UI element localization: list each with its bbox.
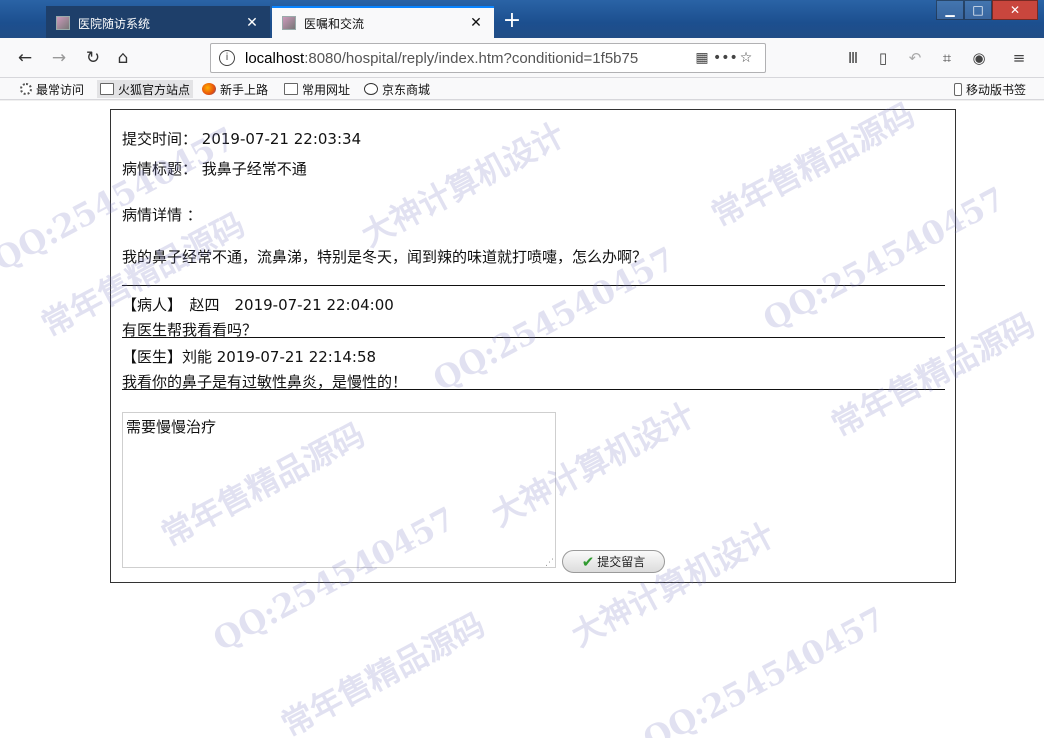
tab-favicon-icon (56, 16, 70, 30)
bookmark-jd-mall[interactable]: 京东商城 (364, 80, 430, 98)
message-header: 【医生】刘能 2019-07-21 22:14:58 (122, 348, 377, 366)
menu-hamburger-icon[interactable]: ≡ (1006, 46, 1032, 70)
bookmark-most-visited[interactable]: 最常访问 (20, 80, 84, 98)
tab-hospital-followup[interactable]: 医院随访系统 ✕ (46, 6, 270, 38)
forward-arrow-icon[interactable]: → (46, 46, 72, 70)
bookmark-label: 京东商城 (382, 82, 431, 97)
minimize-button[interactable]: ▁ (936, 0, 964, 20)
bookmark-star-icon[interactable]: ☆ (735, 50, 757, 66)
tab-close-icon[interactable]: ✕ (468, 15, 484, 31)
undo-arrow-icon[interactable]: ↶ (902, 46, 928, 70)
condition-detail-text: 我的鼻子经常不通，流鼻涕，特别是冬天，闻到辣的味道就打喷嚏，怎么办啊？ (122, 248, 648, 266)
submit-message-button[interactable]: ✔ 提交留言 (562, 550, 665, 573)
new-tab-button[interactable]: + (498, 8, 526, 36)
folder-icon (100, 83, 114, 95)
bookmark-label: 移动版书签 (966, 82, 1027, 97)
url-host: localhost (245, 49, 305, 67)
sidebar-icon[interactable]: ▯ (870, 46, 896, 70)
info-icon[interactable]: i (219, 50, 235, 66)
divider (122, 389, 945, 390)
back-arrow-icon[interactable]: ← (12, 46, 38, 70)
more-actions-icon[interactable]: ••• (713, 50, 738, 66)
qr-code-icon[interactable]: ▦ (691, 50, 713, 66)
library-icon[interactable]: Ⅲ (840, 46, 866, 70)
home-icon[interactable]: ⌂ (110, 46, 136, 70)
bookmark-firefox-official[interactable]: 火狐官方站点 (97, 80, 194, 98)
maximize-button[interactable]: □ (964, 0, 992, 20)
account-icon[interactable]: ◉ (966, 46, 992, 70)
message-header: 【病人】 赵四 2019-07-21 22:04:00 (122, 296, 394, 314)
tab-title: 医嘱和交流 (304, 16, 365, 31)
window-close-button[interactable]: ✕ (992, 0, 1038, 20)
crop-screenshot-icon[interactable]: ⌗ (934, 46, 960, 70)
condition-title-value: 我鼻子经常不通 (201, 160, 307, 178)
firefox-icon (202, 83, 216, 95)
tab-medical-advice[interactable]: 医嘱和交流 ✕ (272, 6, 494, 38)
condition-title-label: 病情标题： (122, 160, 198, 178)
bookmark-label: 火狐官方站点 (118, 82, 191, 97)
globe-icon (364, 83, 378, 95)
resize-grip-icon[interactable]: ⋰ (545, 558, 555, 568)
gear-icon (20, 83, 32, 95)
bookmark-common-sites[interactable]: 常用网址 (284, 80, 350, 98)
condition-title-row: 病情标题： 我鼻子经常不通 (122, 158, 307, 179)
tab-title: 医院随访系统 (78, 16, 151, 31)
divider (122, 285, 945, 286)
submit-time-label: 提交时间： (122, 130, 198, 148)
url-rest: :8080/hospital/reply/index.htm?condition… (304, 49, 639, 67)
consultation-card: 提交时间： 2019-07-21 22:03:34 病情标题： 我鼻子经常不通 … (110, 109, 956, 583)
submit-time-row: 提交时间： 2019-07-21 22:03:34 (122, 128, 361, 149)
divider (122, 337, 945, 338)
mobile-phone-icon (954, 82, 962, 96)
bookmark-getting-started[interactable]: 新手上路 (202, 80, 268, 98)
browser-titlebar: 医院随访系统 ✕ 医嘱和交流 ✕ + ▁ □ ✕ (0, 0, 1044, 38)
bookmark-label: 常用网址 (302, 82, 351, 97)
reply-textarea[interactable]: 需要慢慢治疗 (122, 412, 556, 568)
bookmark-mobile[interactable]: 移动版书签 (954, 80, 1026, 98)
bookmark-label: 新手上路 (220, 82, 269, 97)
submit-time-value: 2019-07-21 22:03:34 (201, 130, 362, 148)
condition-detail-label: 病情详情 ： (122, 206, 202, 224)
folder-icon (284, 83, 298, 95)
bookmarks-toolbar: 最常访问 火狐官方站点 新手上路 常用网址 京东商城 移动版书签 (0, 78, 1044, 100)
url-text[interactable]: localhost:8080/hospital/reply/index.htm?… (245, 50, 691, 67)
checkmark-icon: ✔ (581, 552, 595, 571)
navigation-toolbar: ← → ↻ ⌂ i localhost:8080/hospital/reply/… (0, 38, 1044, 78)
reload-icon[interactable]: ↻ (80, 46, 106, 70)
page-content: 提交时间： 2019-07-21 22:03:34 病情标题： 我鼻子经常不通 … (0, 101, 1044, 738)
bookmark-label: 最常访问 (36, 82, 85, 97)
address-bar[interactable]: i localhost:8080/hospital/reply/index.ht… (210, 43, 766, 73)
tab-close-icon[interactable]: ✕ (244, 15, 260, 31)
submit-message-label: 提交留言 (597, 555, 646, 569)
tab-favicon-icon (282, 16, 296, 30)
